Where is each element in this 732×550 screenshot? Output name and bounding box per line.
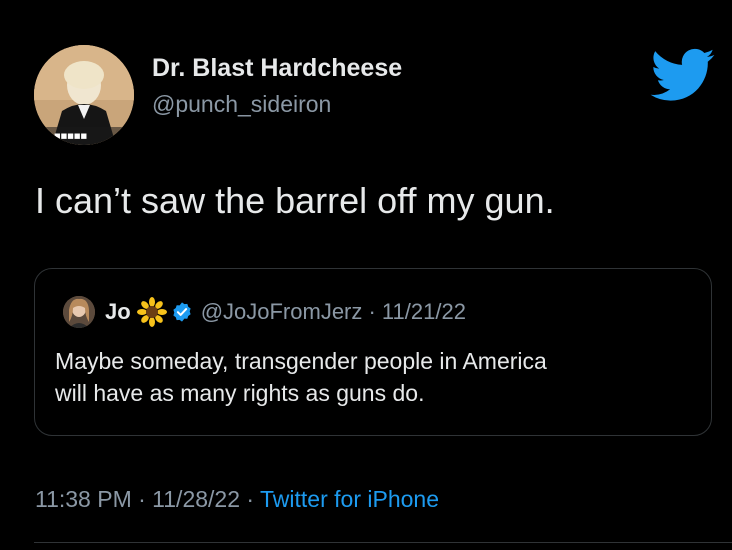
tweet-source-link[interactable]: Twitter for iPhone xyxy=(260,486,439,512)
author-handle[interactable]: @punch_sideiron xyxy=(152,91,331,118)
quoted-author-handle-date[interactable]: @JoJoFromJerz · 11/21/22 xyxy=(201,299,466,325)
tweet-timestamp[interactable]: 11:38 PM · 11/28/22 · xyxy=(35,486,260,512)
verified-badge-icon xyxy=(173,302,191,322)
quoted-author-avatar-image xyxy=(63,296,95,328)
quoted-tweet-text-line: Maybe someday, transgender people in Ame… xyxy=(55,348,547,374)
bottom-divider xyxy=(34,542,732,543)
twitter-bird-icon xyxy=(650,48,715,101)
author-display-name[interactable]: Dr. Blast Hardcheese xyxy=(152,54,402,83)
quoted-author-name[interactable]: Jo xyxy=(105,299,131,325)
tweet-meta: 11:38 PM · 11/28/22 · Twitter for iPhone xyxy=(35,486,439,513)
avatar-caption: ■■■■■ xyxy=(54,132,87,140)
quoted-author-avatar[interactable] xyxy=(63,296,95,328)
author-avatar-image: ■■■■■ xyxy=(34,45,134,145)
quoted-tweet-text: Maybe someday, transgender people in Ame… xyxy=(55,345,695,409)
sunflower-icon xyxy=(136,297,167,327)
quoted-tweet-card[interactable]: Jo @JoJoFromJerz · 11/21/22 Maybe someda… xyxy=(34,268,712,436)
tweet-text: I can’t saw the barrel off my gun. xyxy=(35,180,555,221)
quoted-tweet-text-line: will have as many rights as guns do. xyxy=(55,380,425,406)
author-avatar[interactable]: ■■■■■ xyxy=(34,45,134,145)
quoted-tweet-header: Jo @JoJoFromJerz · 11/21/22 xyxy=(63,295,466,329)
